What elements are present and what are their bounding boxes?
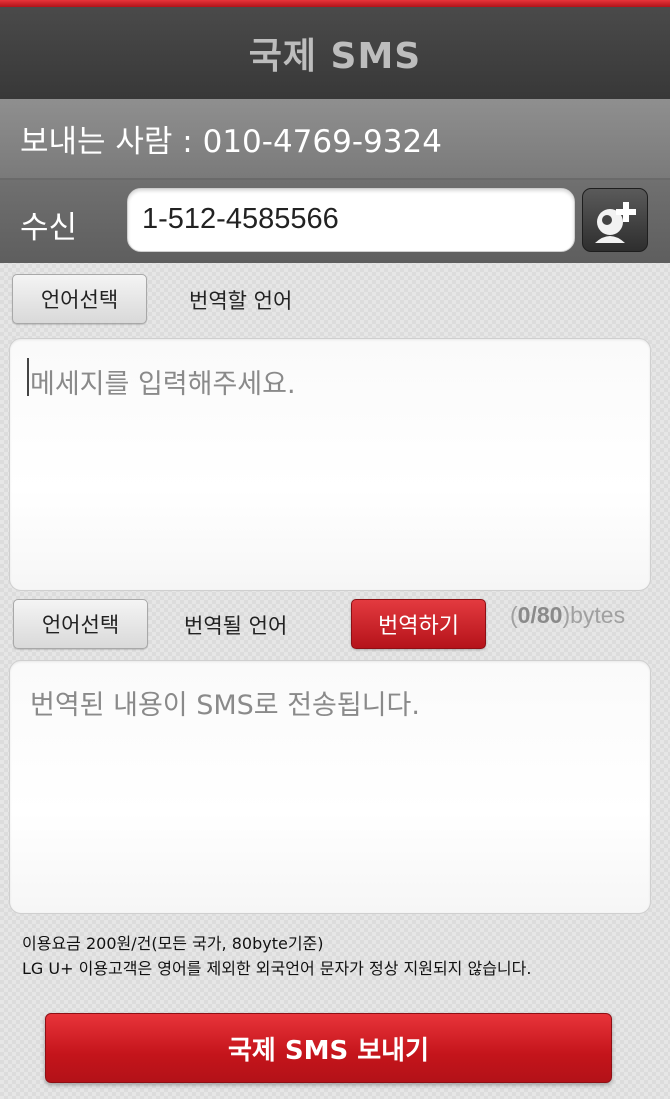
source-language-label: 번역할 언어	[189, 289, 293, 313]
sender-info: 보내는 사람 : 010-4769-9324	[20, 124, 442, 160]
recipient-bar: 수신 1-512-4585566	[0, 180, 670, 263]
app-title: 국제 SMS	[248, 36, 422, 77]
carrier-notice: LG U+ 이용고객은 영어를 제외한 외국언어 문자가 정상 지원되지 않습니…	[22, 959, 532, 978]
translate-button[interactable]: 번역하기	[351, 599, 486, 649]
add-contact-icon	[595, 202, 636, 243]
message-placeholder: 메세지를 입력해주세요.	[30, 369, 296, 400]
sender-bar: 보내는 사람 : 010-4769-9324	[0, 99, 670, 180]
top-accent-line	[0, 0, 670, 7]
fee-notice: 이용요금 200원/건(모든 국가, 80byte기준)	[22, 934, 324, 953]
title-bar: 국제 SMS	[0, 7, 670, 99]
byte-count: 0/80	[517, 602, 563, 628]
target-language-label: 번역될 언어	[184, 614, 288, 638]
source-language-button[interactable]: 언어선택	[12, 274, 147, 324]
add-contact-button[interactable]	[582, 188, 648, 252]
byte-counter: (0/80)bytes	[510, 602, 626, 628]
target-language-button[interactable]: 언어선택	[13, 599, 148, 649]
translated-placeholder: 번역된 내용이 SMS로 전송됩니다.	[30, 690, 420, 721]
text-caret	[27, 358, 29, 396]
recipient-number-field[interactable]: 1-512-4585566	[127, 188, 575, 252]
send-sms-button[interactable]: 국제 SMS 보내기	[45, 1013, 612, 1083]
recipient-label: 수신	[20, 210, 78, 246]
